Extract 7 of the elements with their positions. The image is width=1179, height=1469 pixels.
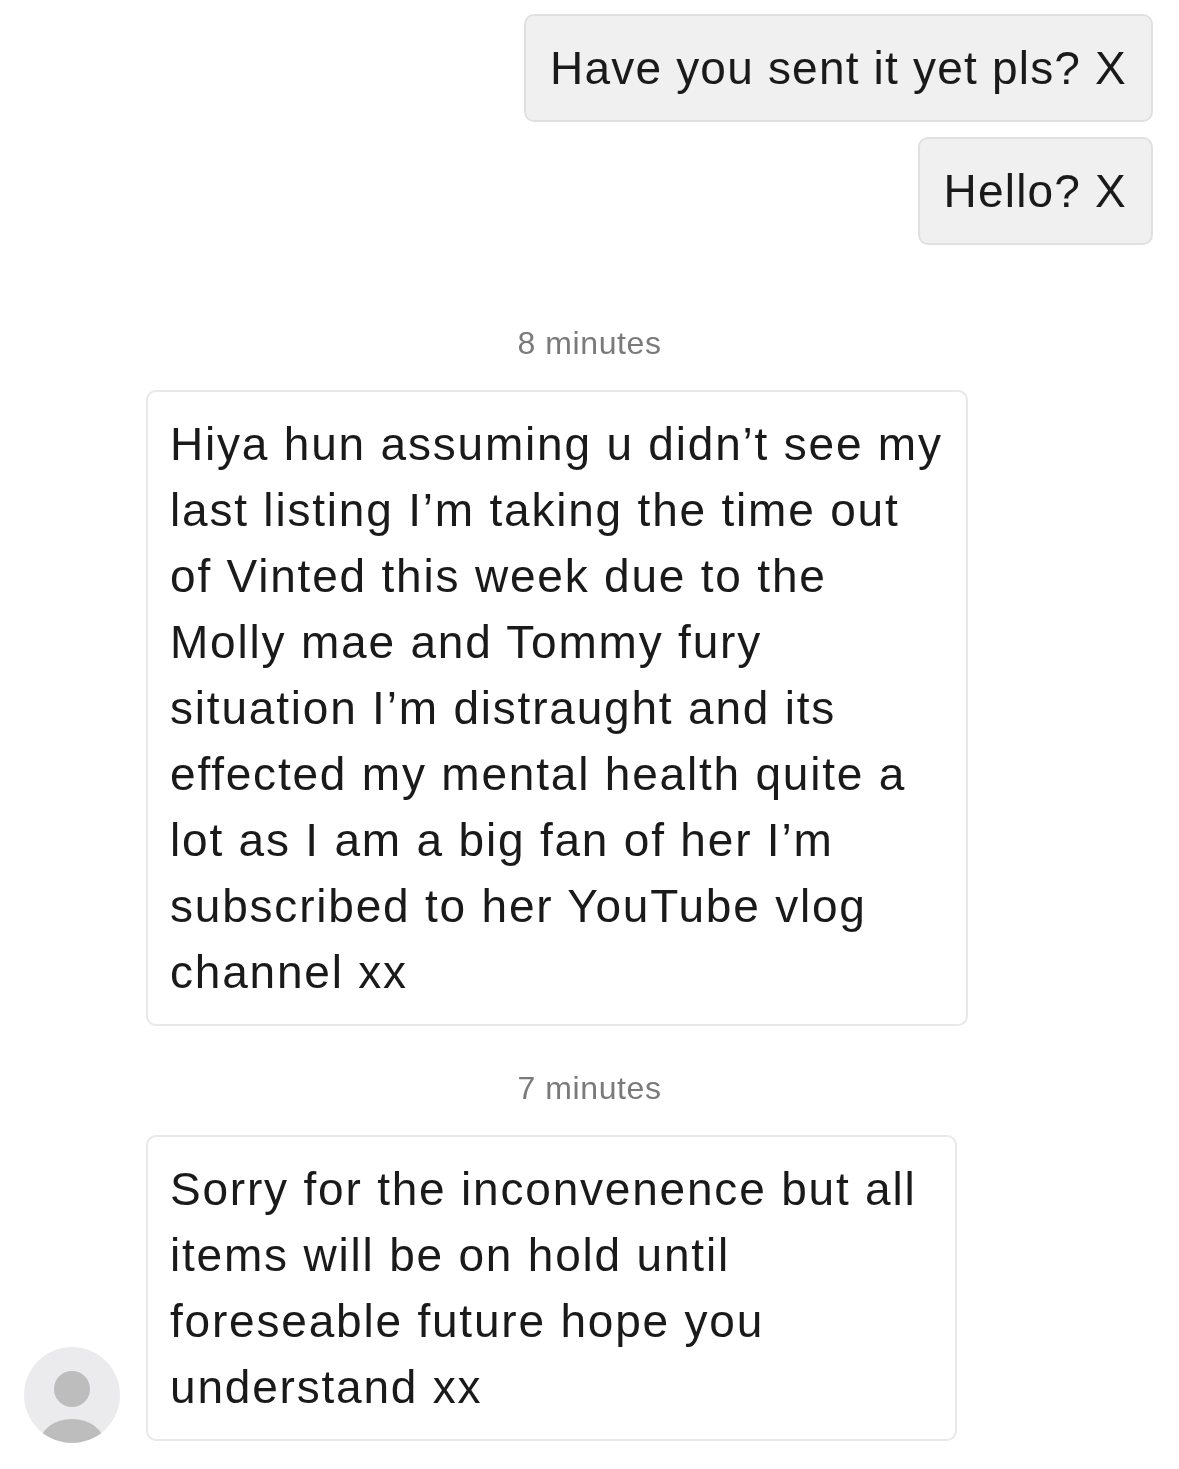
sent-message-bubble: Have you sent it yet pls? X bbox=[524, 14, 1153, 122]
received-message-bubble: Hiya hun assuming u didn’t see my last listing I’m taking the time out of Vinted this week due to the Molly mae and Tommy fury situation I’m distraught and its effected my mental health quite a lot as I am a big fan of her I’m subscribed to her YouTube vlog channel xx bbox=[146, 390, 968, 1026]
received-message-bubble: Sorry for the inconvenence but all items will be on hold until foreseable future hope you understand xx bbox=[146, 1135, 957, 1441]
message-timestamp: 7 minutes bbox=[517, 1069, 662, 1108]
avatar-silhouette-icon[interactable] bbox=[24, 1347, 120, 1443]
message-timestamp: 8 minutes bbox=[517, 324, 662, 363]
sent-message-bubble: Hello? X bbox=[917, 137, 1153, 245]
